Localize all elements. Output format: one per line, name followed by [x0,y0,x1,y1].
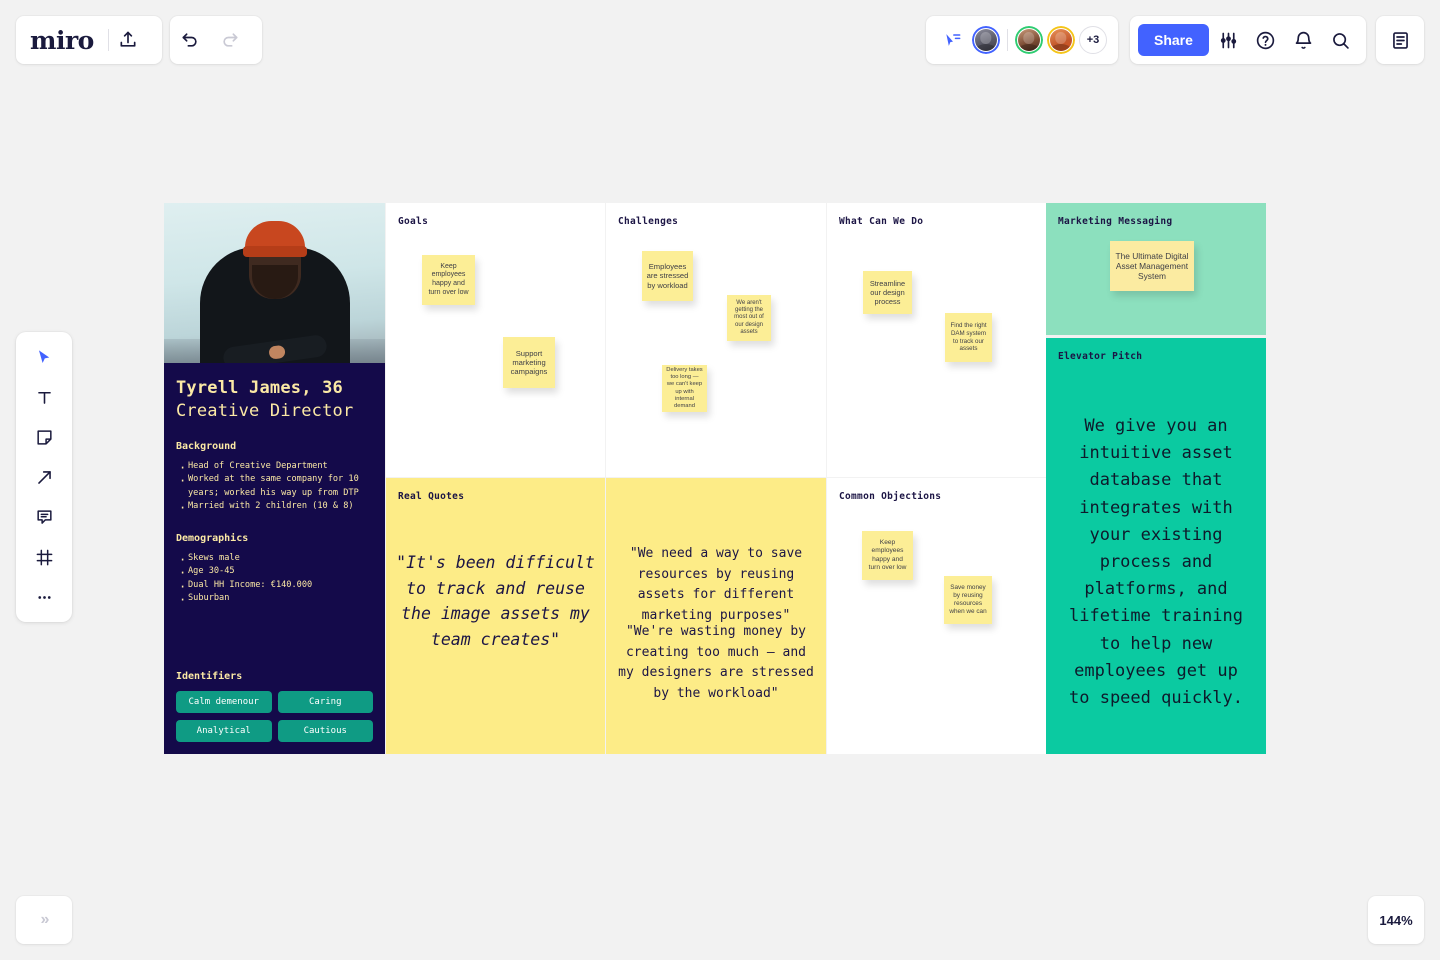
sticky-note[interactable]: We aren't getting the most out of our de… [727,295,771,341]
miro-board-canvas: miro +3 Share Tyrell James, 36 Creative … [0,0,1440,960]
identifier-chip[interactable]: Cautious [277,720,373,742]
challenges-panel[interactable]: Challenges Employees are stressed by wor… [606,203,826,477]
sticky-note[interactable]: Delivery takes too long — we can't keep … [662,365,707,412]
common-objections-title: Common Objections [839,491,942,502]
what-can-we-do-title: What Can We Do [839,216,924,227]
elevator-pitch-text: We give you an intuitive asset database … [1069,416,1243,708]
identifier-chip[interactable]: Analytical [176,720,272,742]
avatar[interactable] [972,26,1000,54]
history-group [170,16,262,64]
real-quotes-title: Real Quotes [398,491,465,502]
comment-tool[interactable] [24,500,64,534]
zoom-level-indicator[interactable]: 144% [1368,896,1424,944]
collaboration-cursor-icon[interactable] [938,20,968,60]
identifiers-heading: Identifiers [176,671,243,682]
quote-secondary-1: "We need a way to save resources by reus… [629,546,803,623]
identifier-chip[interactable]: Caring [277,691,373,713]
arrow-tool[interactable] [24,460,64,494]
redo-icon[interactable] [210,20,250,60]
persona-details: Tyrell James, 36 Creative Director Backg… [164,363,385,610]
marketing-messaging-panel[interactable]: Marketing Messaging The Ultimate Digital… [1046,203,1266,335]
share-button[interactable]: Share [1138,24,1209,56]
list-item: Head of Creative Department [176,459,373,478]
challenges-title: Challenges [618,216,679,227]
demographics-list: Skews male Age 30-45 Dual HH Income: €14… [176,551,373,610]
real-quotes-secondary-panel[interactable]: "We need a way to save resources by reus… [606,478,826,754]
left-toolbar [16,332,72,622]
persona-role: Creative Director [176,400,354,421]
what-can-we-do-panel[interactable]: What Can We Do Streamline our design pro… [827,203,1046,477]
persona-board-frame: Tyrell James, 36 Creative Director Backg… [164,203,1266,754]
help-icon[interactable] [1248,20,1283,60]
sticky-note-tool[interactable] [24,420,64,454]
persona-name: Tyrell James, 36 [176,378,343,398]
goals-panel[interactable]: Goals Keep employees happy and turn over… [386,203,605,477]
list-item: Age 30-45 [176,564,373,583]
background-heading: Background [176,440,237,452]
collaborators-group: +3 [926,16,1118,64]
persona-photo [164,203,385,363]
elevator-pitch-panel[interactable]: Elevator Pitch We give you an intuitive … [1046,338,1266,754]
top-toolbar: miro +3 Share [0,16,1440,64]
real-quotes-panel[interactable]: Real Quotes "It's been difficult to trac… [386,478,605,754]
sticky-note[interactable]: Streamline our design process [863,271,912,314]
sliders-icon[interactable] [1211,20,1246,60]
expand-sidebar-button[interactable]: » [16,896,72,944]
notes-panel-group [1376,16,1424,64]
text-tool[interactable] [24,380,64,414]
sticky-note[interactable]: Keep employees happy and turn over low [862,531,913,580]
sticky-note[interactable]: Employees are stressed by workload [642,251,693,301]
avatar-overflow-count[interactable]: +3 [1079,26,1107,54]
common-objections-panel[interactable]: Common Objections Keep employees happy a… [827,478,1046,754]
quote-secondary-2: "We're wasting money by creating too muc… [618,624,814,701]
search-icon[interactable] [1323,20,1358,60]
sticky-note[interactable]: Support marketing campaigns [503,337,555,388]
demographics-heading: Demographics [176,533,249,545]
background-list: Head of Creative Department Worked at th… [176,459,373,518]
sticky-note[interactable]: Keep employees happy and turn over low [422,255,475,305]
list-item: Skews male [176,551,373,570]
miro-logo[interactable]: miro [30,28,108,53]
identifier-chips: Calm demenour Caring Analytical Cautious [176,691,373,742]
quote-primary: "It's been difficult to track and reuse … [396,553,595,649]
bell-icon[interactable] [1285,20,1320,60]
more-tools[interactable] [24,580,64,614]
select-tool[interactable] [24,340,64,374]
list-item: Dual HH Income: €140.000 [176,578,373,597]
marketing-messaging-title: Marketing Messaging [1058,216,1173,227]
sticky-note[interactable]: The Ultimate Digital Asset Management Sy… [1110,241,1194,291]
list-item: Suburban [176,591,373,610]
undo-icon[interactable] [170,20,210,60]
avatar[interactable] [1015,26,1043,54]
divider [1007,29,1008,51]
list-item: Married with 2 children (10 & 8) [176,499,373,518]
notes-panel-icon[interactable] [1380,20,1420,60]
identifiers-block: Identifiers Calm demenour Caring Analyti… [176,671,373,742]
avatar[interactable] [1047,26,1075,54]
actions-group: Share [1130,16,1366,64]
goals-title: Goals [398,216,429,227]
logo-group: miro [16,16,162,64]
persona-card[interactable]: Tyrell James, 36 Creative Director Backg… [164,203,385,754]
upload-icon[interactable] [109,20,148,60]
elevator-pitch-title: Elevator Pitch [1058,351,1143,362]
sticky-note[interactable]: Save money by reusing resources when we … [944,576,992,624]
identifier-chip[interactable]: Calm demenour [176,691,272,713]
sticky-note[interactable]: Find the right DAM system to track our a… [945,313,992,362]
frame-tool[interactable] [24,540,64,574]
list-item: Worked at the same company for 10 years;… [176,472,373,500]
